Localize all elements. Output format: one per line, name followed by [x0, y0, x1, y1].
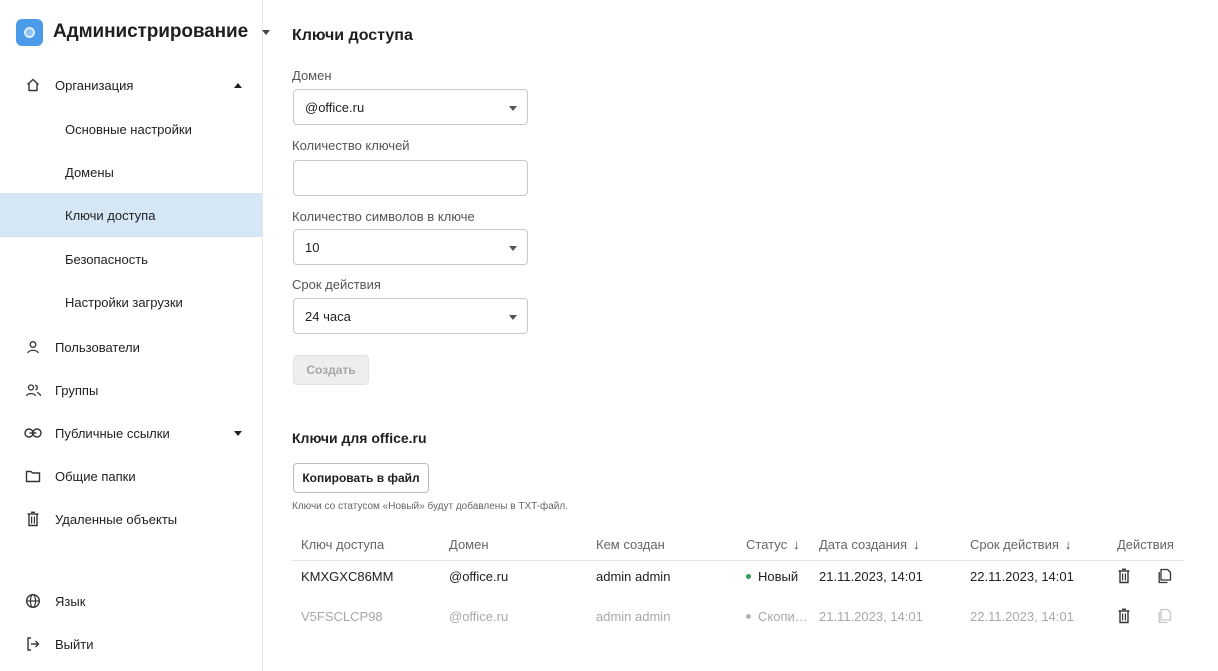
keys-table-header: Ключ доступа Домен Кем создан Статус ↓ Да…: [292, 527, 1184, 561]
column-header-expires[interactable]: Срок действия ↓: [970, 527, 1077, 561]
validity-select[interactable]: 24 часа: [293, 298, 528, 334]
column-header-status[interactable]: Статус ↓: [746, 527, 806, 561]
column-header-actions: Действия: [1117, 536, 1174, 552]
sidebar-item-groups[interactable]: Группы: [0, 368, 262, 412]
column-header-status-label: Статус: [746, 536, 788, 552]
chevron-down-icon: [509, 315, 517, 320]
sidebar-item-label: Выйти: [55, 636, 94, 652]
sidebar-item-label: Безопасность: [65, 251, 148, 267]
key-count-label: Количество ключей: [292, 138, 410, 153]
link-icon: [24, 424, 42, 442]
status-dot-icon: [746, 613, 751, 619]
page-title: Ключи доступа: [292, 27, 413, 44]
cell-status: Скопи…: [746, 599, 808, 633]
validity-select-value: 24 часа: [305, 309, 351, 324]
cell-creator: admin admin: [596, 608, 671, 624]
sidebar-item-label: Ключи доступа: [65, 207, 156, 223]
sidebar-item-label: Домены: [65, 164, 114, 180]
chevron-down-icon: [234, 430, 242, 436]
sidebar-item-access-keys[interactable]: Ключи доступа: [0, 193, 262, 237]
validity-label: Срок действия: [292, 277, 381, 292]
sort-arrow-icon[interactable]: ↓: [793, 537, 800, 552]
cell-status: Новый: [746, 559, 798, 593]
chevron-down-icon: [509, 246, 517, 251]
sidebar-item-label: Группы: [55, 382, 99, 398]
sidebar-item-label: Публичные ссылки: [55, 425, 170, 441]
delete-icon[interactable]: [1117, 568, 1131, 584]
key-length-select[interactable]: 10: [293, 229, 528, 265]
column-header-key[interactable]: Ключ доступа: [301, 527, 384, 561]
cell-expires: 22.11.2023, 14:01: [970, 608, 1074, 624]
sidebar-item-label: Настройки загрузки: [65, 294, 183, 310]
cell-expires: 22.11.2023, 14:01: [970, 568, 1074, 584]
trash-icon: [24, 510, 42, 528]
sidebar-item-domains[interactable]: Домены: [0, 150, 262, 194]
table-row: KMXGXC86MM @office.ru admin admin Новый …: [292, 559, 1184, 593]
users-icon: [24, 381, 42, 399]
sort-arrow-icon[interactable]: ↓: [913, 537, 920, 552]
app-title: Администрирование: [53, 21, 249, 42]
key-length-select-value: 10: [305, 240, 320, 255]
copy-icon: [1158, 608, 1172, 624]
cell-creator: admin admin: [596, 568, 671, 584]
cell-key: V5FSCLCP98: [301, 608, 383, 624]
sidebar-item-label: Общие папки: [55, 468, 136, 484]
chevron-down-icon: [262, 29, 271, 35]
sidebar-item-organization[interactable]: Организация: [0, 63, 262, 107]
column-header-domain[interactable]: Домен: [449, 527, 489, 561]
column-header-created-label: Дата создания: [819, 536, 908, 552]
cell-domain: @office.ru: [449, 568, 509, 584]
column-header-expires-label: Срок действия: [970, 536, 1059, 552]
app-switcher[interactable]: Администрирование: [16, 18, 271, 46]
domain-select[interactable]: @office.ru: [293, 89, 528, 125]
logout-icon: [24, 635, 42, 653]
sidebar-item-general-settings[interactable]: Основные настройки: [0, 107, 262, 151]
sidebar-item-logout[interactable]: Выйти: [0, 622, 262, 666]
column-header-creator[interactable]: Кем создан: [596, 527, 665, 561]
chevron-up-icon: [234, 82, 242, 88]
sidebar-item-label: Язык: [55, 593, 86, 609]
user-icon: [24, 338, 42, 356]
sidebar-item-label: Удаленные объекты: [55, 511, 178, 527]
sidebar-item-deleted-objects[interactable]: Удаленные объекты: [0, 497, 262, 541]
column-header-created[interactable]: Дата создания ↓: [819, 527, 926, 561]
delete-icon[interactable]: [1117, 608, 1131, 624]
folder-icon: [24, 467, 42, 485]
globe-icon: [24, 592, 42, 610]
sidebar-item-label: Организация: [55, 77, 134, 93]
cell-created: 21.11.2023, 14:01: [819, 608, 923, 624]
create-button[interactable]: Создать: [293, 355, 369, 385]
domain-label: Домен: [292, 68, 332, 83]
app-logo-icon: [16, 18, 43, 46]
chevron-down-icon: [509, 106, 517, 111]
sidebar-item-shared-folders[interactable]: Общие папки: [0, 454, 262, 498]
status-badge: Новый: [758, 568, 799, 584]
status-dot-icon: [746, 573, 751, 579]
sidebar-item-label: Пользователи: [55, 339, 140, 355]
sidebar-item-public-links[interactable]: Публичные ссылки: [0, 411, 262, 455]
sidebar-item-users[interactable]: Пользователи: [0, 325, 262, 369]
copy-to-file-button[interactable]: Копировать в файл: [293, 463, 429, 493]
cell-created: 21.11.2023, 14:01: [819, 568, 923, 584]
sort-arrow-icon[interactable]: ↓: [1065, 537, 1072, 552]
cell-domain: @office.ru: [449, 608, 509, 624]
home-icon: [24, 76, 42, 94]
sidebar-item-language[interactable]: Язык: [0, 579, 262, 623]
copy-icon[interactable]: [1158, 568, 1172, 584]
table-row: V5FSCLCP98 @office.ru admin admin Скопи……: [292, 599, 1184, 633]
copy-hint-text: Ключи со статусом «Новый» будут добавлен…: [292, 501, 568, 512]
status-badge: Скопи…: [758, 608, 808, 624]
key-length-label: Количество символов в ключе: [292, 209, 475, 224]
sidebar-item-upload-settings[interactable]: Настройки загрузки: [0, 280, 262, 324]
domain-select-value: @office.ru: [305, 100, 365, 115]
sidebar-item-label: Основные настройки: [65, 121, 192, 137]
sidebar-item-security[interactable]: Безопасность: [0, 237, 262, 281]
key-count-input[interactable]: [293, 160, 528, 196]
cell-key: KMXGXC86MM: [301, 568, 394, 584]
keys-section-title: Ключи для office.ru: [292, 430, 427, 446]
sidebar: Администрирование Организация Основные н…: [0, 0, 271, 671]
